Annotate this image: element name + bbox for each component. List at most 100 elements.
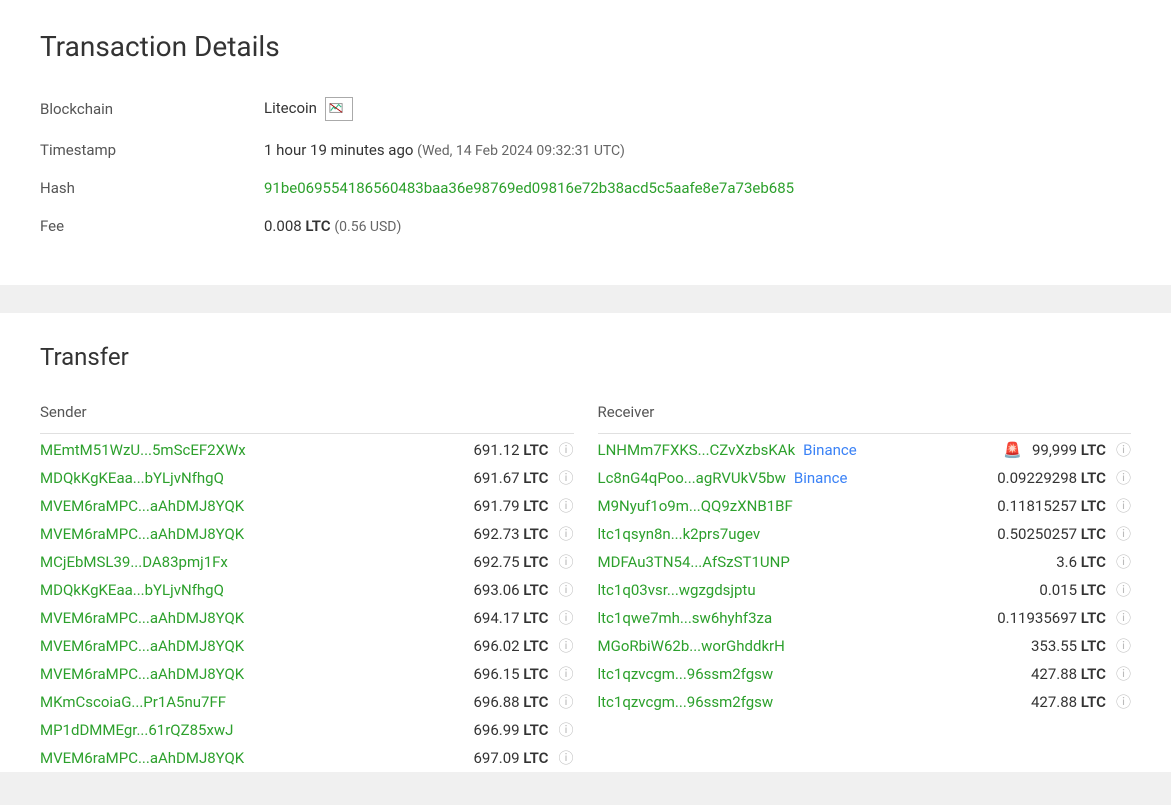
page-title: Transaction Details [40,30,1131,63]
transfer-row: ltc1qzvcgm...96ssm2fgsw 427.88 LTC ⓘ [598,688,1132,716]
transfer-row: MVEM6raMPC...aAhDMJ8YQK 694.17 LTC ⓘ [40,604,574,632]
amount-value: 691.79 LTC [473,497,548,515]
transfer-title: Transfer [40,343,1131,371]
transfer-row: LNHMm7FXKS...CZvXzbsKAk Binance 🚨 99,999 LT… [598,436,1132,464]
address-link[interactable]: MVEM6raMPC...aAhDMJ8YQK [40,665,244,683]
transfer-row: MVEM6raMPC...aAhDMJ8YQK 691.79 LTC ⓘ [40,492,574,520]
transfer-row: MGoRbiW62b...worGhddkrH 353.55 LTC ⓘ [598,632,1132,660]
address-link[interactable]: MVEM6raMPC...aAhDMJ8YQK [40,525,244,543]
address-link[interactable]: MEmtM51WzU...5mScEF2XWx [40,441,246,459]
info-icon[interactable]: ⓘ [558,443,573,458]
amount-value: 696.88 LTC [473,693,548,711]
address-link[interactable]: ltc1qsyn8n...k2prs7ugev [598,525,761,543]
amount-value: 427.88 LTC [1031,693,1106,711]
amount-value: 0.015 LTC [1039,581,1106,599]
address-link[interactable]: MGoRbiW62b...worGhddkrH [598,637,785,655]
info-icon[interactable]: ⓘ [1116,639,1131,654]
address-link[interactable]: MP1dDMMEgr...61rQZ85xwJ [40,721,233,739]
hash-label: Hash [40,179,264,197]
info-icon[interactable]: ⓘ [1116,583,1131,598]
info-icon[interactable]: ⓘ [1116,695,1131,710]
info-icon[interactable]: ⓘ [1116,471,1131,486]
transfer-row: MVEM6raMPC...aAhDMJ8YQK 697.09 LTC ⓘ [40,744,574,772]
entity-tag-link[interactable]: Binance [794,469,848,487]
broken-image-icon [325,97,353,121]
address-link[interactable]: MVEM6raMPC...aAhDMJ8YQK [40,637,244,655]
transfer-row: MKmCscoiaG...Pr1A5nu7FF 696.88 LTC ⓘ [40,688,574,716]
address-link[interactable]: MVEM6raMPC...aAhDMJ8YQK [40,749,244,767]
amount-value: 353.55 LTC [1031,637,1106,655]
entity-tag-link[interactable]: Binance [803,441,857,459]
amount-value: 691.12 LTC [473,441,548,459]
address-link[interactable]: LNHMm7FXKS...CZvXzbsKAk [598,441,796,459]
info-icon[interactable]: ⓘ [1116,527,1131,542]
info-icon[interactable]: ⓘ [1116,555,1131,570]
amount-value: 0.50250257 LTC [997,525,1106,543]
amount-value: 697.09 LTC [473,749,548,767]
transfer-row: MEmtM51WzU...5mScEF2XWx 691.12 LTC ⓘ [40,436,574,464]
info-icon[interactable]: ⓘ [558,695,573,710]
info-icon[interactable]: ⓘ [558,667,573,682]
info-icon[interactable]: ⓘ [558,611,573,626]
transfer-row: M9Nyuf1o9m...QQ9zXNB1BF0.11815257 LTCⓘ [598,492,1132,520]
address-link[interactable]: M9Nyuf1o9m...QQ9zXNB1BF [598,497,793,515]
amount-value: 692.73 LTC [473,525,548,543]
alert-icon: 🚨 [1003,441,1022,459]
info-icon[interactable]: ⓘ [558,723,573,738]
info-icon[interactable]: ⓘ [1116,443,1131,458]
receiver-header: Receiver [598,403,1132,434]
detail-row-fee: Fee 0.008 LTC (0.56 USD) [40,207,1131,245]
address-link[interactable]: MVEM6raMPC...aAhDMJ8YQK [40,497,244,515]
detail-row-hash: Hash 91be069554186560483baa36e98769ed098… [40,169,1131,207]
info-icon[interactable]: ⓘ [558,499,573,514]
transfer-row: MDFAu3TN54...AfSzST1UNP 3.6 LTC ⓘ [598,548,1132,576]
transfer-row: Lc8nG4qPoo...agRVUkV5bwBinance0.09229298… [598,464,1132,492]
address-link[interactable]: ltc1qzvcgm...96ssm2fgsw [598,665,774,683]
amount-value: 3.6 LTC [1056,553,1106,571]
info-icon[interactable]: ⓘ [558,471,573,486]
transfer-row: MVEM6raMPC...aAhDMJ8YQK 692.73 LTC ⓘ [40,520,574,548]
amount-value: 696.02 LTC [473,637,548,655]
sender-column: Sender MEmtM51WzU...5mScEF2XWx691.12 LTC… [40,403,574,772]
address-link[interactable]: MDFAu3TN54...AfSzST1UNP [598,553,790,571]
address-link[interactable]: ltc1qzvcgm...96ssm2fgsw [598,693,774,711]
amount-value: 693.06 LTC [473,581,548,599]
address-link[interactable]: MVEM6raMPC...aAhDMJ8YQK [40,609,244,627]
address-link[interactable]: Lc8nG4qPoo...agRVUkV5bw [598,469,786,487]
info-icon[interactable]: ⓘ [558,639,573,654]
transfer-row: MDQkKgKEaa...bYLjvNfhgQ 691.67 LTC ⓘ [40,464,574,492]
info-icon[interactable]: ⓘ [558,751,573,766]
info-icon[interactable]: ⓘ [1116,667,1131,682]
transfer-row: ltc1qzvcgm...96ssm2fgsw 427.88 LTC ⓘ [598,660,1132,688]
info-icon[interactable]: ⓘ [1116,499,1131,514]
address-link[interactable]: ltc1qwe7mh...sw6hyhf3za [598,609,773,627]
amount-value: 691.67 LTC [473,469,548,487]
transfer-row: ltc1qsyn8n...k2prs7ugev 0.50250257 LTC ⓘ [598,520,1132,548]
transfer-row: MCjEbMSL39...DA83pmj1Fx692.75 LTCⓘ [40,548,574,576]
address-link[interactable]: ltc1q03vsr...wgzgdsjptu [598,581,756,599]
info-icon[interactable]: ⓘ [1116,611,1131,626]
address-link[interactable]: MDQkKgKEaa...bYLjvNfhgQ [40,581,224,599]
info-icon[interactable]: ⓘ [558,555,573,570]
transfer-card: Transfer Sender MEmtM51WzU...5mScEF2XWx6… [0,313,1171,772]
info-icon[interactable]: ⓘ [558,527,573,542]
transfer-row: ltc1qwe7mh...sw6hyhf3za 0.11935697 LTC ⓘ [598,604,1132,632]
amount-value: 0.11935697 LTC [997,609,1106,627]
address-link[interactable]: MKmCscoiaG...Pr1A5nu7FF [40,693,226,711]
amount-value: 99,999 LTC [1032,441,1106,459]
timestamp-value: 1 hour 19 minutes ago (Wed, 14 Feb 2024 … [264,141,625,159]
transfer-row: ltc1q03vsr...wgzgdsjptu 0.015 LTC ⓘ [598,576,1132,604]
amount-value: 427.88 LTC [1031,665,1106,683]
address-link[interactable]: MDQkKgKEaa...bYLjvNfhgQ [40,469,224,487]
amount-value: 694.17 LTC [473,609,548,627]
hash-link[interactable]: 91be069554186560483baa36e98769ed09816e72… [264,179,794,197]
address-link[interactable]: MCjEbMSL39...DA83pmj1Fx [40,553,228,571]
transfer-row: MVEM6raMPC...aAhDMJ8YQK696.15 LTCⓘ [40,660,574,688]
transfer-row: MVEM6raMPC...aAhDMJ8YQK 696.02 LTC ⓘ [40,632,574,660]
blockchain-value: Litecoin [264,97,353,121]
detail-row-timestamp: Timestamp 1 hour 19 minutes ago (Wed, 14… [40,131,1131,169]
fee-label: Fee [40,217,264,235]
transfer-row: MP1dDMMEgr...61rQZ85xwJ696.99 LTCⓘ [40,716,574,744]
info-icon[interactable]: ⓘ [558,583,573,598]
timestamp-label: Timestamp [40,141,264,159]
